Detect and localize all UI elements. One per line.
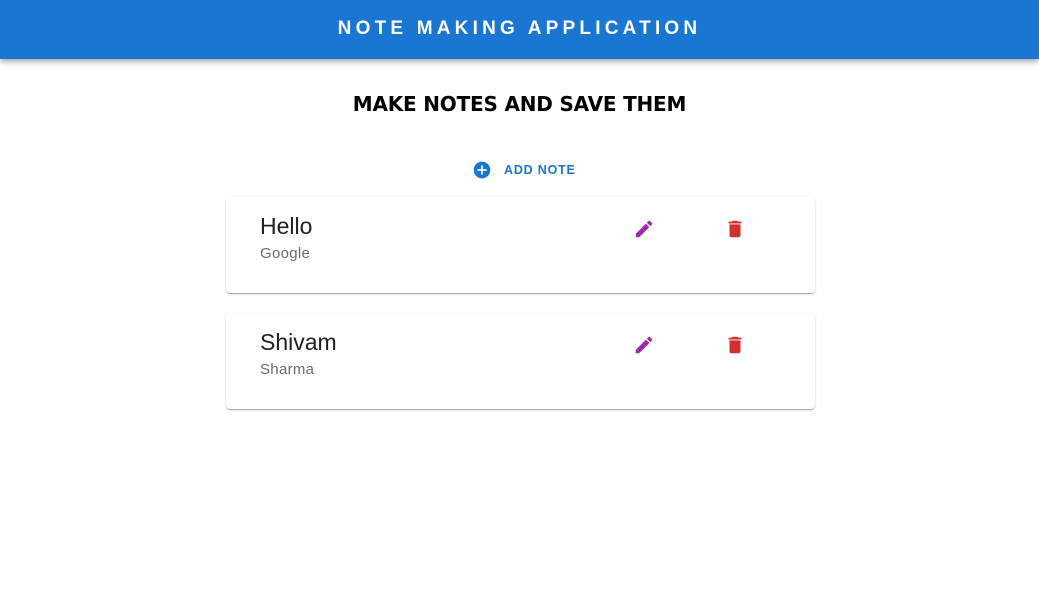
note-card: Hello Google <box>226 197 815 293</box>
note-title: Shivam <box>260 329 337 355</box>
note-content: Google <box>260 245 311 262</box>
pencil-icon <box>633 218 655 240</box>
note-card: Shivam Sharma <box>226 313 815 409</box>
edit-note-button[interactable] <box>626 327 662 363</box>
delete-note-button[interactable] <box>717 211 753 247</box>
page-heading: MAKE NOTES AND SAVE THEM <box>352 92 687 116</box>
delete-note-button[interactable] <box>717 327 753 363</box>
add-circle-icon <box>472 160 492 180</box>
app-title: NOTE MAKING APPLICATION <box>337 17 702 39</box>
add-note-button[interactable]: ADD NOTE <box>462 154 586 186</box>
add-note-label: ADD NOTE <box>504 163 576 177</box>
trash-icon <box>724 218 746 240</box>
pencil-icon <box>633 334 655 356</box>
edit-note-button[interactable] <box>626 211 662 247</box>
note-content: Sharma <box>260 361 315 378</box>
app-bar: NOTE MAKING APPLICATION <box>0 0 1039 59</box>
note-title: Hello <box>260 213 313 239</box>
trash-icon <box>724 334 746 356</box>
